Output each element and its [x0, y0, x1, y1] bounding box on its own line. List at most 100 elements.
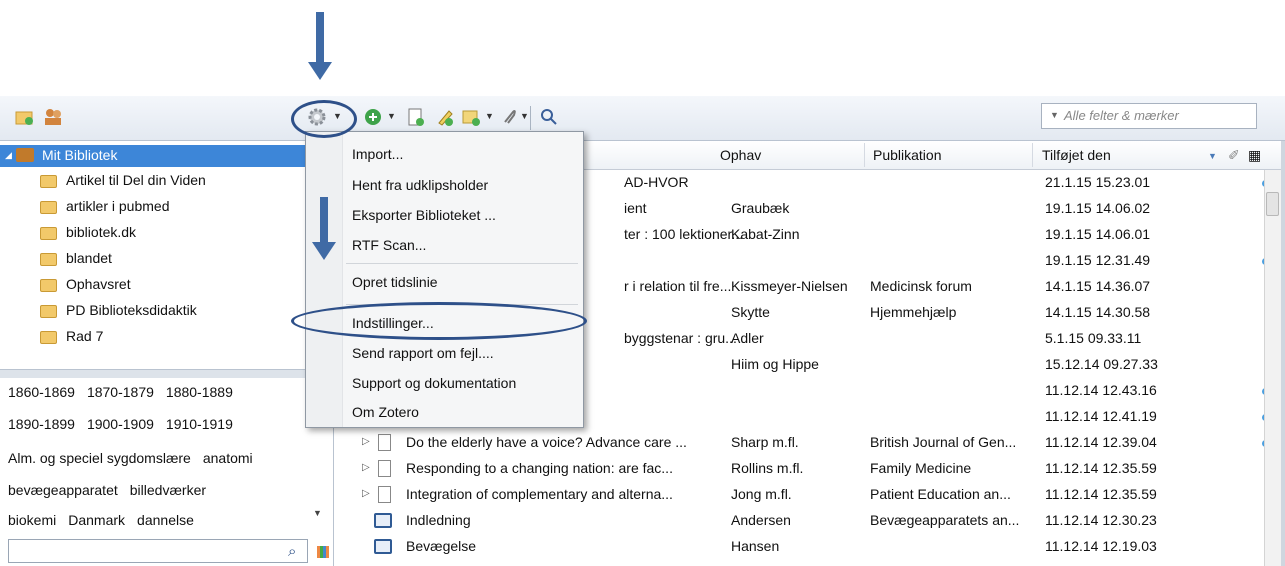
collection-label: bibliotek.dk	[66, 224, 137, 240]
chevron-down-icon[interactable]: ▼	[387, 111, 396, 121]
cell-title: Do the elderly have a voice? Advance car…	[406, 434, 687, 450]
search-input[interactable]: ▼ Alle felter & mærker	[1041, 103, 1257, 129]
expand-icon[interactable]: ▷	[362, 462, 370, 473]
chevron-down-icon[interactable]: ▼	[485, 111, 494, 121]
cell-publication: British Journal of Gen...	[870, 434, 1017, 450]
cell-title: ter : 100 lektioner...	[624, 226, 744, 242]
collection-label: PD Biblioteksdidaktik	[66, 302, 197, 318]
tag[interactable]: Danmark	[68, 512, 125, 528]
menu-gutter	[306, 132, 343, 427]
folder-icon	[40, 253, 57, 266]
table-row[interactable]: ▷ Do the elderly have a voice? Advance ca…	[334, 431, 1269, 457]
tag-filter-input[interactable]	[8, 539, 308, 563]
menu-item-clipboard[interactable]: Hent fra udklipsholder	[352, 177, 488, 193]
cell-creator: Adler	[731, 330, 764, 346]
sort-desc-icon[interactable]: ▼	[1208, 151, 1217, 161]
menu-item-about[interactable]: Om Zotero	[352, 404, 419, 420]
column-publication[interactable]: Publikation	[873, 147, 942, 163]
cell-creator: Rollins m.fl.	[731, 460, 804, 476]
folder-icon	[40, 227, 57, 240]
menu-item-support[interactable]: Support og dokumentation	[352, 375, 516, 391]
advanced-search-icon[interactable]	[538, 106, 560, 128]
menu-item-report-error[interactable]: Send rapport om fejl....	[352, 345, 494, 361]
tag[interactable]: dannelse	[137, 512, 194, 528]
cell-title: AD-HVOR	[624, 174, 689, 190]
column-picker-icon[interactable]: ▦	[1248, 147, 1261, 164]
column-creator[interactable]: Ophav	[720, 147, 761, 163]
cell-date-added: 11.12.14 12.39.04	[1045, 434, 1157, 450]
tag[interactable]: 1910-1919	[166, 416, 233, 432]
menu-item-timeline[interactable]: Opret tidslinie	[352, 274, 438, 290]
cell-title: Indledning	[406, 512, 471, 528]
cell-date-added: 11.12.14 12.43.16	[1045, 382, 1157, 398]
cell-date-added: 11.12.14 12.30.23	[1045, 512, 1157, 528]
search-mode-dropdown-icon[interactable]: ▼	[1050, 110, 1059, 120]
library-row[interactable]: ◢ Mit Bibliotek	[0, 145, 333, 167]
cell-creator: Hansen	[731, 538, 780, 554]
tag[interactable]: bevægeapparatet	[8, 482, 118, 498]
document-icon	[378, 486, 391, 503]
folder-icon	[40, 201, 57, 214]
add-by-identifier-icon[interactable]	[405, 106, 427, 128]
new-standalone-note-icon[interactable]	[460, 106, 482, 128]
new-group-icon[interactable]	[42, 106, 64, 128]
tag[interactable]: 1860-1869	[8, 384, 75, 400]
menu-item-export[interactable]: Eksporter Biblioteket ...	[352, 207, 496, 223]
menu-item-import[interactable]: Import...	[352, 146, 403, 162]
collection-label: artikler i pubmed	[66, 198, 170, 214]
cell-title: Integration of complementary and alterna…	[406, 486, 673, 502]
column-divider	[864, 143, 865, 167]
cell-publication: Medicinsk forum	[870, 278, 972, 294]
paperclip-icon[interactable]: ✐	[1228, 147, 1240, 164]
cell-date-added: 19.1.15 12.31.49	[1045, 252, 1151, 268]
folder-icon	[40, 175, 57, 188]
cell-date-added: 19.1.15 14.06.01	[1045, 226, 1151, 242]
chevron-down-icon[interactable]: ▼	[520, 111, 529, 121]
cell-date-added: 15.12.14 09.27.33	[1045, 356, 1158, 372]
cell-creator: Skytte	[731, 304, 770, 320]
attachment-icon[interactable]	[498, 106, 520, 128]
table-row[interactable]: Bevægelse Hansen 11.12.14 12.19.03	[334, 535, 1264, 561]
book-icon	[374, 513, 392, 528]
column-date-added[interactable]: Tilføjet den	[1042, 147, 1111, 163]
collapse-icon[interactable]: ◢	[5, 150, 12, 161]
annotation-circle-settings	[291, 302, 587, 340]
cell-date-added: 11.12.14 12.35.59	[1045, 486, 1157, 502]
expand-icon[interactable]: ▷	[362, 436, 370, 447]
toolbar-divider	[530, 106, 531, 130]
cell-date-added: 14.1.15 14.36.07	[1045, 278, 1151, 294]
scrollbar-thumb[interactable]	[1266, 192, 1279, 216]
tag-actions-icon[interactable]	[317, 546, 329, 558]
tag-selector: 1860-1869 1870-1879 1880-1889 1890-1899 190…	[0, 378, 333, 538]
search-placeholder: Alle felter & mærker	[1064, 108, 1179, 123]
cell-date-added: 19.1.15 14.06.02	[1045, 200, 1151, 216]
cell-creator: Sharp m.fl.	[731, 434, 799, 450]
collection-label: Artikel til Del din Viden	[66, 172, 206, 188]
expand-icon[interactable]: ▷	[362, 488, 370, 499]
tag[interactable]: 1890-1899	[8, 416, 75, 432]
cell-creator: Hiim og Hippe	[731, 356, 819, 372]
collections-pane: ◢ Mit Bibliotek Artikel til Del din Vide…	[0, 141, 334, 566]
new-collection-icon[interactable]	[14, 106, 36, 128]
table-row[interactable]: ▷ Integration of complementary and altern…	[334, 483, 1264, 509]
new-note-icon[interactable]	[434, 106, 456, 128]
table-row[interactable]: Indledning Andersen Bevægeapparatets an...…	[334, 509, 1264, 535]
tag[interactable]: anatomi	[203, 450, 253, 466]
menu-item-rtf-scan[interactable]: RTF Scan...	[352, 237, 426, 253]
tag[interactable]: biokemi	[8, 512, 56, 528]
tag[interactable]: 1900-1909	[87, 416, 154, 432]
tag[interactable]: 1870-1879	[87, 384, 154, 400]
new-item-icon[interactable]	[362, 106, 384, 128]
scroll-down-icon[interactable]: ▼	[313, 508, 322, 518]
tag[interactable]: 1880-1889	[166, 384, 233, 400]
scrollbar[interactable]	[1264, 170, 1282, 566]
tag[interactable]: Alm. og speciel sygdomslære	[8, 450, 191, 466]
table-row[interactable]: ▷ Responding to a changing nation: are fa…	[334, 457, 1264, 483]
cell-publication: Patient Education an...	[870, 486, 1011, 502]
document-icon	[378, 460, 391, 477]
library-label: Mit Bibliotek	[42, 147, 118, 163]
cell-creator: Kissmeyer-Nielsen	[731, 278, 848, 294]
tag[interactable]: billedværker	[130, 482, 206, 498]
cell-date-added: 11.12.14 12.19.03	[1045, 538, 1157, 554]
cell-date-added: 11.12.14 12.41.19	[1045, 408, 1157, 424]
